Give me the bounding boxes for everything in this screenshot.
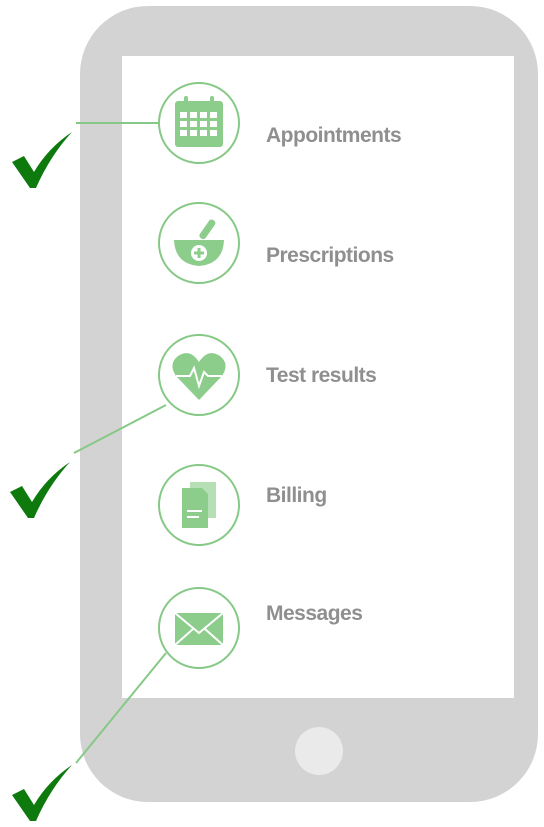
heart-pulse-icon (172, 353, 226, 400)
appointments-label: Appointments (266, 124, 402, 147)
phone-home-button (295, 727, 343, 775)
check-icon-messages (12, 765, 72, 821)
prescriptions-icon-circle[interactable] (158, 202, 240, 284)
documents-icon (182, 482, 216, 528)
messages-icon-circle[interactable] (158, 587, 240, 669)
test-results-icon-circle[interactable] (158, 334, 240, 416)
prescriptions-label: Prescriptions (266, 244, 394, 267)
billing-label: Billing (266, 484, 327, 507)
test-results-label: Test results (266, 364, 377, 387)
check-icon-test-results (10, 462, 70, 518)
messages-label: Messages (266, 602, 363, 625)
mortar-pestle-icon (174, 219, 224, 266)
envelope-icon (174, 612, 224, 646)
check-icon-appointments (12, 132, 72, 188)
appointments-icon-circle[interactable] (158, 82, 240, 164)
calendar-icon (175, 96, 223, 147)
billing-icon-circle[interactable] (158, 464, 240, 546)
